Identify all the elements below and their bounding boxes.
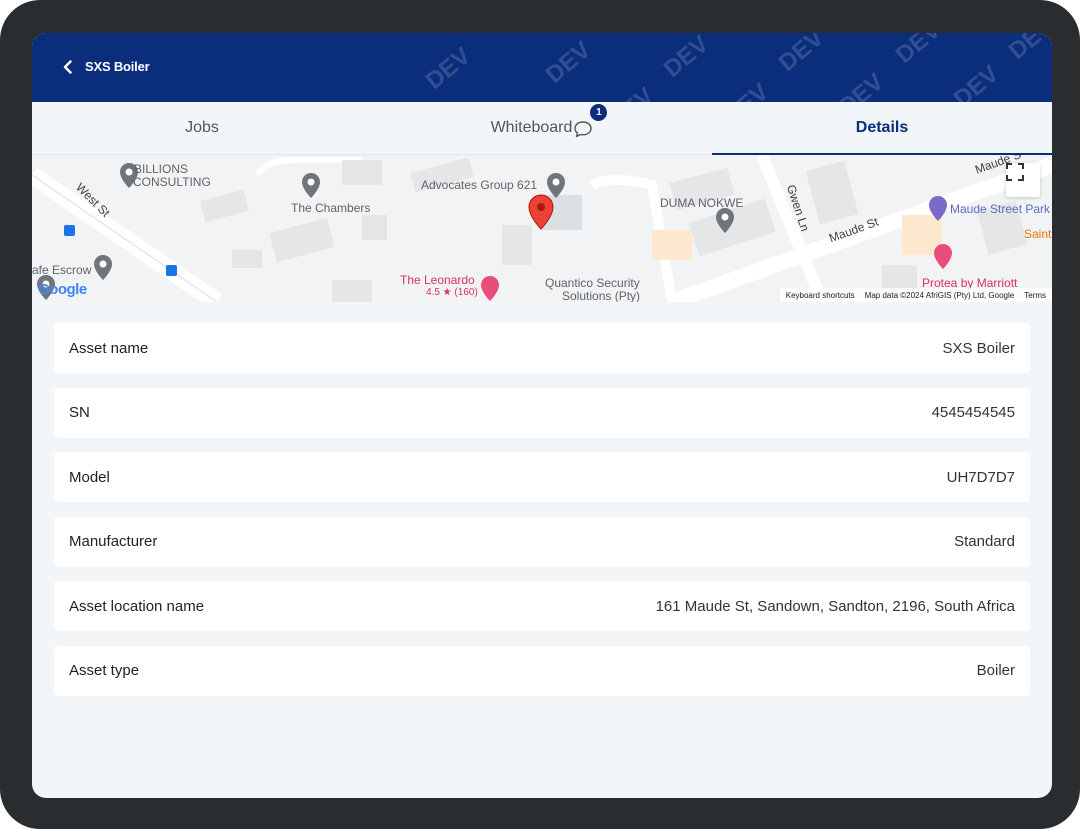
dev-watermark: DEV (420, 42, 476, 95)
dev-watermark: DEV (890, 33, 946, 69)
tab-label: Jobs (185, 119, 219, 136)
app-screen: DEV DEV DEV DEV DEV DEV DEV DEV DEV DEV … (32, 33, 1052, 798)
location-map[interactable]: BILLIONS CONSULTING The Chambers Advocat… (32, 155, 1052, 302)
map-label: Quantico Security (545, 276, 640, 290)
tab-whiteboard[interactable]: Whiteboard 1 (372, 102, 712, 154)
detail-row-asset-location: Asset location name 161 Maude St, Sandow… (54, 581, 1030, 632)
detail-value: SXS Boiler (942, 339, 1015, 357)
detail-label: Asset name (69, 339, 149, 357)
google-logo: Google (38, 281, 87, 298)
map-label: DUMA NOKWE (660, 196, 744, 210)
map-data-credit: Map data ©2024 AfriGIS (Pty) Ltd, Google (864, 290, 1015, 300)
detail-row-asset-type: Asset type Boiler (54, 645, 1030, 696)
detail-value: 161 Maude St, Sandown, Sandton, 2196, So… (655, 597, 1015, 615)
map-label: Advocates Group 621 (421, 178, 538, 192)
map-fullscreen-button[interactable] (1006, 163, 1040, 197)
chevron-left-icon (63, 60, 72, 74)
detail-label: Manufacturer (69, 533, 158, 551)
map-label: Maude Street Park (950, 202, 1051, 216)
tab-jobs[interactable]: Jobs (32, 102, 372, 154)
map-label: Saint (1024, 227, 1052, 241)
dev-watermark: DEV (1003, 33, 1052, 65)
tab-details[interactable]: Details (712, 102, 1052, 155)
detail-row-model: Model UH7D7D7 (54, 452, 1030, 503)
map-label: The Chambers (291, 201, 371, 215)
dev-watermark: DEV (604, 82, 660, 102)
dev-watermark: DEV (540, 36, 596, 89)
dev-watermark: DEV (773, 33, 829, 77)
chat-bubble-icon (574, 121, 593, 138)
detail-value: Standard (954, 533, 1015, 551)
map-label: The Leonardo (400, 273, 475, 287)
map-label: afe Escrow (32, 263, 92, 277)
detail-label: Asset type (69, 662, 140, 680)
terms-link[interactable]: Terms (1024, 291, 1046, 300)
asset-details-list: Asset name SXS Boiler SN 4545454545 Mode… (54, 323, 1030, 711)
dev-watermark: DEV (948, 60, 1004, 102)
dev-watermark: DEV (658, 33, 714, 83)
dev-watermark: DEV (833, 68, 889, 102)
tab-bar: Jobs Whiteboard 1 Details (32, 102, 1052, 155)
detail-row-asset-name: Asset name SXS Boiler (54, 323, 1030, 373)
detail-value: UH7D7D7 (946, 468, 1015, 486)
back-button[interactable] (56, 55, 80, 79)
app-header: DEV DEV DEV DEV DEV DEV DEV DEV DEV DEV … (32, 33, 1052, 102)
tab-label: Whiteboard (490, 119, 573, 136)
map-attribution: Keyboard shortcuts Map data ©2024 AfriGI… (779, 288, 1052, 302)
detail-row-manufacturer: Manufacturer Standard (54, 516, 1030, 567)
detail-label: Model (69, 468, 110, 486)
map-label: 4.5 ★ (160) (426, 287, 478, 298)
detail-row-sn: SN 4545454545 (54, 387, 1030, 438)
device-frame: DEV DEV DEV DEV DEV DEV DEV DEV DEV DEV … (0, 0, 1080, 829)
map-label: BILLIONS (134, 162, 189, 176)
detail-label: Asset location name (69, 597, 205, 615)
page-title: SXS Boiler (85, 59, 150, 74)
dev-watermark: DEV (719, 78, 775, 102)
map-label: Solutions (Pty) (562, 289, 641, 302)
keyboard-shortcuts-link[interactable]: Keyboard shortcuts (786, 291, 855, 300)
tab-label: Details (855, 119, 909, 136)
map-label: CONSULTING (133, 175, 211, 189)
detail-label: SN (69, 404, 90, 422)
detail-value: 4545454545 (931, 404, 1015, 422)
notification-badge: 1 (590, 104, 608, 121)
detail-value: Boiler (976, 662, 1015, 680)
fullscreen-icon (1006, 163, 1024, 181)
